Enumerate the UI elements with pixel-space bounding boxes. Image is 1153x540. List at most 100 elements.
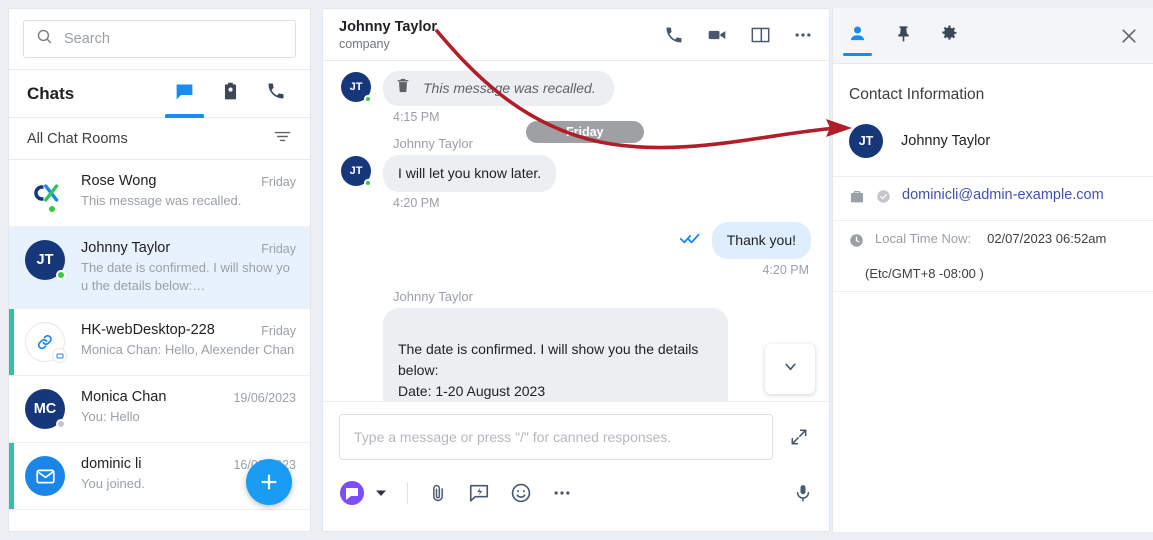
- composer-input-row: [339, 414, 813, 460]
- chat-list-item-monica-chan[interactable]: MC Monica Chan 19/06/2023 You: Hello: [9, 376, 310, 443]
- canned-response-icon[interactable]: [468, 482, 490, 504]
- trash-icon: [395, 77, 411, 100]
- tab-contacts[interactable]: [221, 70, 240, 118]
- person-icon: [847, 23, 868, 49]
- filter-icon[interactable]: [273, 127, 292, 151]
- right-panel-tabs: [833, 8, 1153, 64]
- expand-icon[interactable]: [785, 423, 813, 451]
- briefcase-icon: [849, 189, 865, 210]
- chat-item-name: Johnny Taylor: [81, 240, 171, 256]
- chat-item-meta: Rose Wong Friday This message was recall…: [81, 173, 296, 213]
- read-receipt-icon: [679, 230, 702, 251]
- tab-calls[interactable]: [266, 70, 286, 118]
- chats-title: Chats: [27, 83, 75, 103]
- contact-card-icon: [221, 81, 240, 107]
- chat-item-meta: Monica Chan 19/06/2023 You: Hello: [81, 389, 296, 429]
- message-list[interactable]: Friday JT This message was recalled. 4:1…: [323, 61, 829, 402]
- check-circle-icon: [876, 189, 891, 209]
- new-chat-button[interactable]: [246, 459, 292, 505]
- message-input[interactable]: [354, 429, 758, 445]
- contact-email-link[interactable]: dominicli@admin-example.com: [902, 187, 1104, 203]
- chat-item-snippet: Monica Chan: Hello, Alexender Chan: [81, 342, 295, 357]
- panel-heading: Contact Information: [849, 86, 985, 103]
- conversation-subtitle: company: [339, 36, 390, 51]
- chat-item-time: 19/06/2023: [233, 391, 296, 405]
- chat-item-name: dominic li: [81, 456, 142, 472]
- chat-item-meta: Johnny Taylor Friday The date is confirm…: [81, 240, 296, 295]
- contact-person: JT Johnny Taylor: [833, 104, 1153, 176]
- sidebar: Chats: [8, 8, 311, 532]
- message-outgoing: Thank you! 4:20 PM: [323, 222, 829, 277]
- video-icon[interactable]: [706, 25, 728, 45]
- unread-flag: [9, 443, 14, 509]
- search-bar: [9, 9, 310, 70]
- avatar-initials: JT: [36, 252, 54, 268]
- chat-item-time: Friday: [261, 324, 296, 338]
- split-panel-icon[interactable]: [750, 26, 771, 44]
- avatar-cx-logo: [25, 173, 65, 214]
- microphone-icon[interactable]: [793, 482, 813, 504]
- gear-icon: [939, 23, 959, 48]
- conversation-header: Johnny Taylor company: [323, 9, 829, 61]
- chat-item-name: Monica Chan: [81, 389, 167, 405]
- conversation-identity: Johnny Taylor company: [339, 18, 437, 52]
- message-text: This message was recalled.: [423, 80, 596, 96]
- tab-settings[interactable]: [939, 8, 959, 64]
- contact-local-time-row: Local Time Now: 02/07/2023 06:52am (Etc/…: [833, 221, 1153, 292]
- conversation-title: Johnny Taylor: [339, 18, 438, 35]
- chat-item-time: Friday: [261, 175, 296, 189]
- avatar: MC: [25, 389, 66, 429]
- chat-list-item-johnny-taylor[interactable]: JT Johnny Taylor Friday The date is conf…: [9, 227, 310, 309]
- chat-item-name: Rose Wong: [81, 173, 157, 189]
- close-icon[interactable]: [1119, 26, 1139, 46]
- message-incoming-details: Johnny Taylor The date is confirmed. I w…: [323, 289, 829, 402]
- message-text: The date is confirmed. I will show you t…: [398, 341, 699, 399]
- message-text: I will let you know later.: [398, 165, 542, 181]
- message-bubble: I will let you know later.: [383, 155, 557, 192]
- phone-icon: [266, 81, 286, 106]
- tab-contact[interactable]: [843, 8, 872, 64]
- message-text: Thank you!: [726, 232, 796, 248]
- tab-pinned[interactable]: [894, 8, 913, 64]
- local-timezone: (Etc/GMT+8 -08:00 ): [865, 266, 984, 281]
- chat-list-item-hk-webdesktop-228[interactable]: HK-webDesktop-228 Friday Monica Chan: He…: [9, 309, 310, 376]
- presence-indicator: [364, 95, 372, 103]
- date-divider: Friday: [526, 121, 644, 143]
- contact-name: Johnny Taylor: [901, 133, 991, 149]
- clock-icon: [849, 233, 864, 253]
- scroll-to-bottom-button[interactable]: [765, 344, 815, 394]
- presence-indicator: [364, 179, 372, 187]
- chat-item-snippet: The date is confirmed. I will show you t…: [81, 260, 290, 293]
- message-bubble: This message was recalled.: [383, 71, 614, 106]
- chevron-down-icon[interactable]: [375, 487, 387, 499]
- avatar-initials: JT: [858, 134, 874, 148]
- device-badge-icon: [52, 348, 67, 363]
- toolbar-divider: [407, 482, 408, 504]
- message-sender: Johnny Taylor: [393, 289, 473, 304]
- composer-toolbar: [339, 480, 813, 506]
- chat-list-item-rose-wong[interactable]: Rose Wong Friday This message was recall…: [9, 160, 310, 227]
- avatar-envelope-icon: [25, 456, 65, 496]
- tab-chats[interactable]: [165, 70, 204, 118]
- message-incoming: Johnny Taylor JT I will let you know lat…: [323, 136, 829, 210]
- tab-active-underline: [165, 113, 204, 118]
- channel-chat-icon[interactable]: [339, 480, 365, 506]
- message-time: 4:20 PM: [762, 263, 809, 277]
- chat-item-snippet: You: Hello: [81, 409, 140, 424]
- composer-input-box[interactable]: [339, 414, 773, 460]
- chats-tabbar: Chats: [9, 70, 310, 118]
- message-avatar: JT: [341, 156, 372, 187]
- avatar-initials: JT: [349, 165, 363, 177]
- emoji-icon[interactable]: [510, 482, 532, 504]
- message-recalled: JT This message was recalled. 4:15 PM: [323, 71, 829, 124]
- call-icon[interactable]: [664, 25, 684, 45]
- avatar-link-icon: [25, 322, 67, 363]
- search-box[interactable]: [23, 20, 296, 58]
- more-icon[interactable]: [793, 25, 813, 45]
- tab-active-underline: [843, 52, 872, 56]
- message-avatar: JT: [341, 72, 372, 103]
- more-icon[interactable]: [552, 483, 572, 503]
- message-composer: [323, 401, 829, 531]
- attach-icon[interactable]: [428, 482, 448, 504]
- search-input[interactable]: [64, 31, 283, 47]
